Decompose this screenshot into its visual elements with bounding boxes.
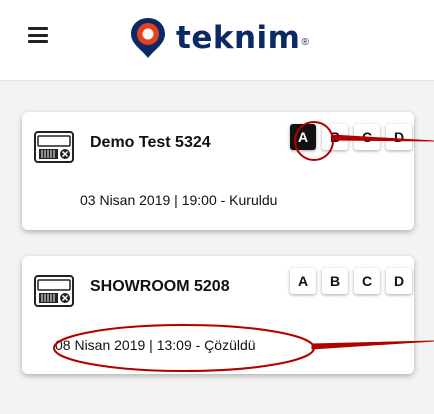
teknim-logo: teknim ® — [130, 18, 309, 58]
zone-d-button[interactable]: D — [386, 268, 412, 294]
panel-name: Demo Test 5324 — [90, 134, 211, 151]
zone-b-button[interactable]: B — [322, 124, 348, 150]
alarm-panel-icon — [34, 275, 74, 307]
panel-card[interactable]: Demo Test 5324 A B C D 03 Nisan 2019 | 1… — [22, 112, 414, 230]
zone-c-button[interactable]: C — [354, 268, 380, 294]
zone-d-button[interactable]: D — [386, 124, 412, 150]
zone-buttons: A B C D — [290, 268, 412, 294]
hamburger-menu-icon[interactable] — [28, 27, 48, 43]
zone-c-button[interactable]: C — [354, 124, 380, 150]
zone-a-button[interactable]: A — [290, 124, 316, 150]
zone-b-button[interactable]: B — [322, 268, 348, 294]
location-pin-icon — [131, 18, 165, 58]
panel-status: 03 Nisan 2019 | 19:00 - Kuruldu — [80, 192, 278, 208]
panel-name: SHOWROOM 5208 — [90, 278, 230, 295]
zone-a-button[interactable]: A — [290, 268, 316, 294]
panel-card[interactable]: SHOWROOM 5208 A B C D 08 Nisan 2019 | 13… — [22, 256, 414, 374]
registered-mark: ® — [301, 36, 309, 48]
alarm-panel-icon — [34, 131, 74, 163]
logo-text: teknim — [176, 20, 301, 56]
panel-status: 08 Nisan 2019 | 13:09 - Çözüldü — [55, 337, 256, 353]
zone-buttons: A B C D — [290, 124, 412, 150]
app-header: teknim ® — [0, 0, 434, 81]
